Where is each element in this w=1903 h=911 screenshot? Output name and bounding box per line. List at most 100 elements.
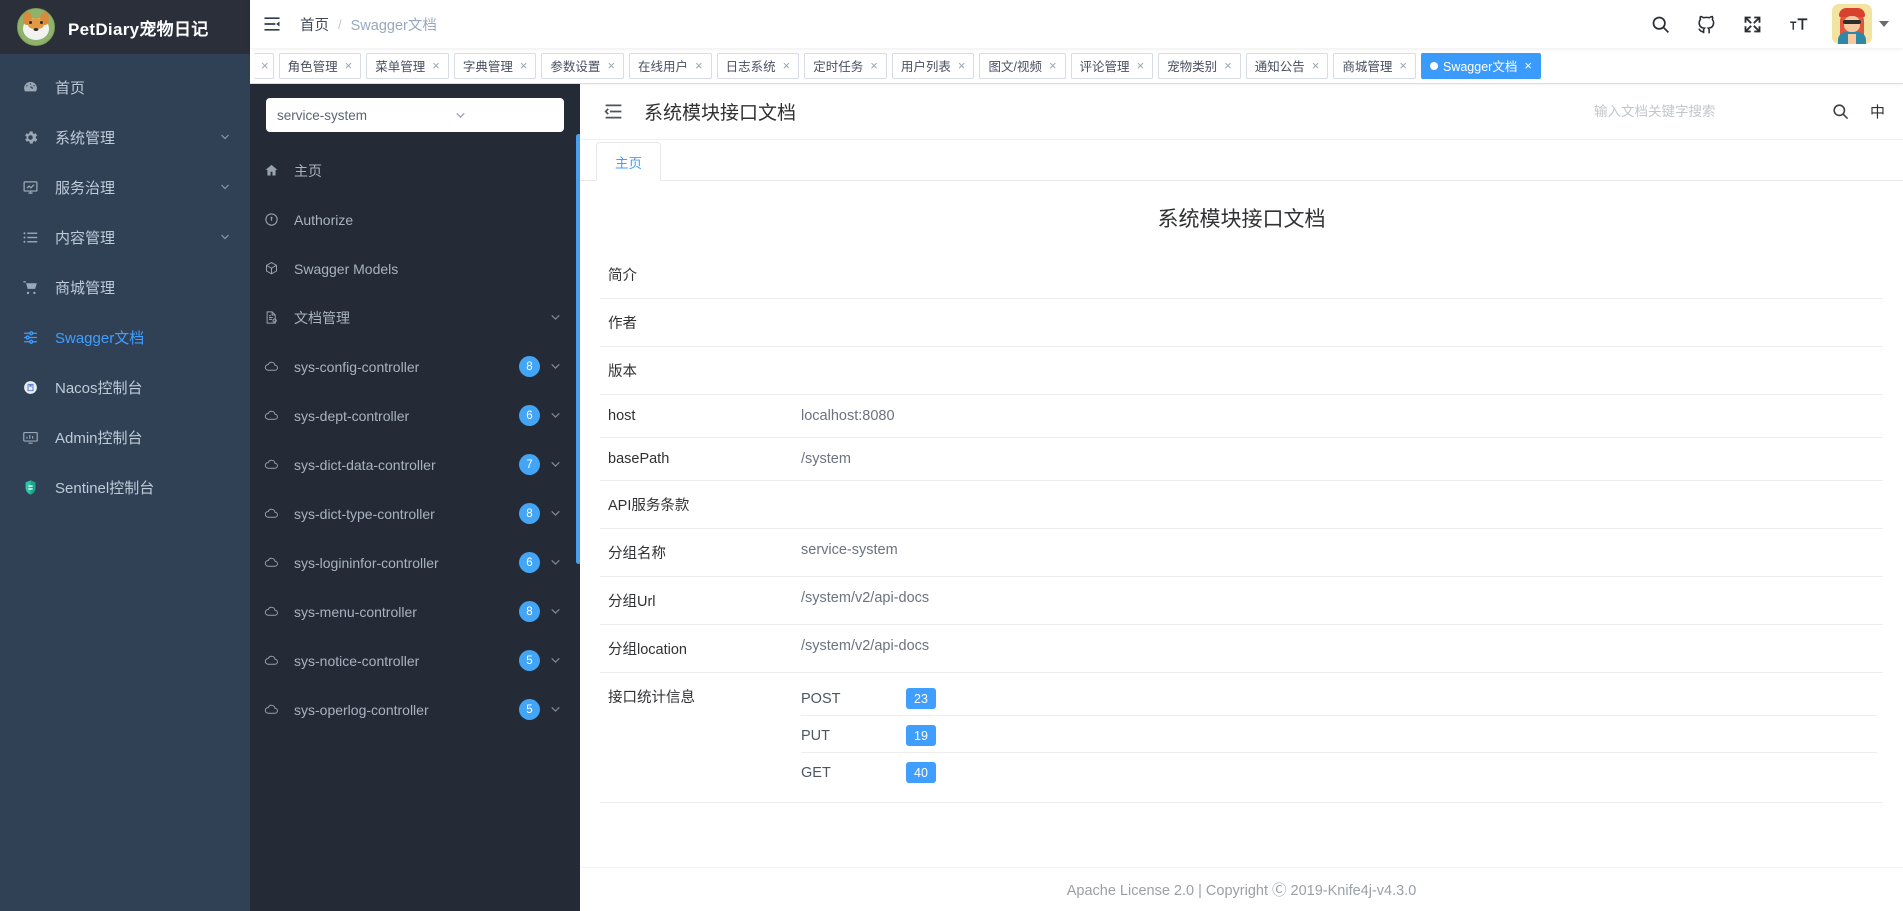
sidebar-item-swagger[interactable]: Swagger文档 [0, 312, 250, 362]
hamburger-collapse-icon[interactable] [250, 0, 294, 48]
tab-label: 日志系统 [725, 60, 776, 74]
close-icon[interactable]: × [1399, 59, 1407, 72]
tab-label: 菜单管理 [375, 60, 426, 74]
stat-count-badge: 23 [906, 688, 936, 709]
user-menu[interactable] [1832, 4, 1889, 44]
chevron-down-icon [1879, 21, 1889, 27]
knife4j-item-label: sys-config-controller [294, 358, 420, 375]
github-icon[interactable] [1694, 12, 1718, 36]
sidebar-item-service-governance[interactable]: 服务治理 [0, 162, 250, 212]
tab-dict-management[interactable]: 字典管理 × [453, 52, 537, 79]
service-select[interactable]: service-system [266, 98, 564, 132]
api-count-badge: 5 [519, 650, 540, 671]
api-count-badge: 6 [519, 405, 540, 426]
close-icon[interactable]: × [261, 59, 269, 72]
tab-param-settings[interactable]: 参数设置 × [541, 52, 625, 79]
sidebar-item-content[interactable]: 内容管理 [0, 212, 250, 262]
tab-pet-category[interactable]: 宠物类别 × [1158, 52, 1241, 79]
tab-online-users[interactable]: 在线用户 × [629, 52, 712, 79]
sidebar-item-system[interactable]: 系统管理 [0, 112, 250, 162]
close-icon[interactable]: × [607, 59, 615, 72]
tab-label: 宠物类别 [1167, 60, 1218, 74]
close-icon[interactable]: × [520, 59, 528, 72]
close-icon[interactable]: × [783, 59, 791, 72]
tab-swagger-doc[interactable]: Swagger文档 × [1420, 52, 1541, 79]
row-value [795, 481, 1883, 529]
knife4j-item-authorize[interactable]: Authorize [250, 195, 580, 244]
knife4j-item-sys-logininfor-controller[interactable]: sys-logininfor-controller 6 [250, 538, 580, 587]
knife4j-item-sys-dict-data-controller[interactable]: sys-dict-data-controller 7 [250, 440, 580, 489]
nacos-icon [19, 376, 41, 398]
knife4j-item-sys-config-controller[interactable]: sys-config-controller 8 [250, 342, 580, 391]
knife4j-item-sys-menu-controller[interactable]: sys-menu-controller 8 [250, 587, 580, 636]
search-icon[interactable] [1824, 102, 1858, 121]
table-row: host localhost:8080 [600, 395, 1883, 438]
close-icon[interactable]: × [1137, 59, 1145, 72]
stat-count-badge: 19 [906, 725, 936, 746]
menu-fold-icon[interactable] [600, 99, 626, 125]
sidebar-item-nacos[interactable]: Nacos控制台 [0, 362, 250, 412]
cloud-api-icon [264, 702, 286, 717]
avatar [1832, 4, 1872, 44]
brand-header[interactable]: PetDiary宠物日记 [0, 0, 250, 54]
close-icon[interactable]: × [695, 59, 703, 72]
tab-mall-management[interactable]: 商城管理 × [1333, 52, 1416, 79]
sidebar-item-label: 内容管理 [55, 229, 116, 247]
knife4j-item-sys-dict-type-controller[interactable]: sys-dict-type-controller 8 [250, 489, 580, 538]
tab-role-management[interactable]: 角色管理 × [278, 52, 362, 79]
shopping-cart-icon [19, 276, 41, 298]
close-icon[interactable]: × [958, 59, 966, 72]
main-sidebar: PetDiary宠物日记 首页 系统管理 服务治理 内容管理 商城管理 Swag… [0, 0, 250, 911]
cloud-api-icon [264, 359, 286, 374]
knife4j-item-label: 主页 [294, 162, 322, 179]
tab-log-system[interactable]: 日志系统 × [716, 52, 800, 79]
knife4j-item-home[interactable]: 主页 [250, 146, 580, 195]
close-icon[interactable]: × [1524, 59, 1532, 72]
language-toggle[interactable]: 中 [1870, 101, 1885, 122]
tab-clipped[interactable]: × [254, 52, 274, 79]
tab-scheduled-tasks[interactable]: 定时任务 × [804, 52, 887, 79]
knife4j-item-sys-operlog-controller[interactable]: sys-operlog-controller 5 [250, 685, 580, 734]
home-icon [264, 163, 286, 178]
search-icon[interactable] [1648, 12, 1672, 36]
close-icon[interactable]: × [432, 59, 440, 72]
close-icon[interactable]: × [870, 59, 878, 72]
sidebar-item-home[interactable]: 首页 [0, 62, 250, 112]
sidebar-item-sentinel[interactable]: Sentinel控制台 [0, 462, 250, 512]
knife4j-item-models[interactable]: Swagger Models [250, 244, 580, 293]
main-area: 首页 / Swagger文档 × 角色管理 × 菜单管理 × 字典管理 × 参数… [250, 0, 1903, 911]
cloud-api-icon [264, 555, 286, 570]
close-icon[interactable]: × [1312, 59, 1320, 72]
tab-user-list[interactable]: 用户列表 × [891, 52, 975, 79]
fullscreen-icon[interactable] [1740, 12, 1764, 36]
knife4j-item-doc-management[interactable]: 文档管理 [250, 293, 580, 342]
row-value: /system [801, 451, 851, 467]
knife4j-main: 系统模块接口文档 中 主页 系统模块接口文档 [580, 84, 1903, 911]
tab-notice[interactable]: 通知公告 × [1245, 52, 1329, 79]
cloud-api-icon [264, 457, 286, 472]
close-icon[interactable]: × [1049, 59, 1057, 72]
monitor-chart-icon [19, 176, 41, 198]
sidebar-item-admin[interactable]: Admin控制台 [0, 412, 250, 462]
close-icon[interactable]: × [1224, 59, 1232, 72]
knife4j-item-sys-notice-controller[interactable]: sys-notice-controller 5 [250, 636, 580, 685]
search-input[interactable] [1593, 96, 1824, 127]
knife4j-item-sys-dept-controller[interactable]: sys-dept-controller 6 [250, 391, 580, 440]
doc-info-table: 简介 作者 版本 host localhost:8080 basePath /s… [600, 251, 1883, 803]
dog-avatar-icon [17, 8, 55, 46]
tab-comment-management[interactable]: 评论管理 × [1070, 52, 1154, 79]
tab-media[interactable]: 图文/视频 × [979, 52, 1066, 79]
stat-count-badge: 40 [906, 762, 936, 783]
tab-label: 字典管理 [462, 60, 513, 74]
app-root: PetDiary宠物日记 首页 系统管理 服务治理 内容管理 商城管理 Swag… [0, 0, 1903, 911]
close-icon[interactable]: × [345, 59, 353, 72]
tab-menu-management[interactable]: 菜单管理 × [366, 52, 449, 79]
knife4j-item-label: Authorize [294, 211, 354, 228]
breadcrumb-home[interactable]: 首页 [300, 14, 329, 35]
dashboard-icon [19, 76, 41, 98]
font-size-icon[interactable] [1786, 12, 1810, 36]
api-count-badge: 8 [519, 503, 540, 524]
api-count-badge: 7 [519, 454, 540, 475]
knife4j-tab-home[interactable]: 主页 [596, 142, 661, 181]
sidebar-item-mall[interactable]: 商城管理 [0, 262, 250, 312]
